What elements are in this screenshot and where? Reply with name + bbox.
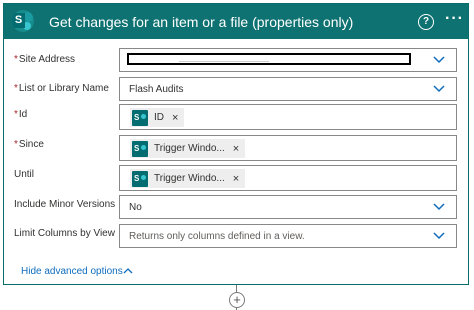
id-label: *Id (14, 109, 28, 120)
hide-advanced-options-link[interactable]: Hide advanced options (21, 266, 123, 277)
minor-versions-dropdown[interactable]: No (119, 195, 457, 219)
site-address-dropdown[interactable] (119, 48, 457, 72)
dynamic-content-token[interactable]: ID × (130, 108, 185, 127)
list-name-row: *List or Library Name Flash Audits (4, 77, 470, 103)
remove-token-icon[interactable]: × (172, 112, 178, 124)
site-address-row: *Site Address (4, 48, 470, 74)
more-options-icon[interactable]: ··· (445, 10, 464, 28)
id-input[interactable]: ID × (119, 104, 457, 130)
redacted-site-address (127, 53, 411, 65)
chevron-down-icon[interactable] (432, 53, 446, 67)
action-header[interactable]: S Get changes for an item or a file (pro… (4, 4, 468, 39)
add-step-icon[interactable]: + (229, 292, 245, 308)
action-title: Get changes for an item or a file (prope… (49, 14, 354, 30)
minor-versions-value: No (129, 202, 142, 213)
until-label: Until (14, 169, 35, 180)
required-marker: * (14, 139, 18, 150)
minor-versions-row: Include Minor Versions No (4, 195, 470, 221)
limit-columns-row: Limit Columns by View Returns only colum… (4, 224, 470, 250)
sharepoint-icon (132, 140, 148, 157)
remove-token-icon[interactable]: × (233, 173, 239, 185)
chevron-down-icon[interactable] (432, 200, 446, 214)
token-label: Trigger Windo... (154, 143, 225, 154)
dynamic-content-token[interactable]: Trigger Windo... × (130, 139, 246, 158)
chevron-down-icon[interactable] (432, 229, 446, 243)
required-marker: * (14, 83, 18, 94)
required-marker: * (14, 54, 18, 65)
list-name-value: Flash Audits (129, 84, 184, 95)
limit-columns-label: Limit Columns by View (14, 228, 115, 239)
required-marker: * (14, 109, 18, 120)
sharepoint-icon (132, 170, 148, 187)
until-row: Until Trigger Windo... × (4, 165, 470, 191)
sharepoint-icon (132, 109, 148, 126)
chevron-down-icon[interactable] (432, 82, 446, 96)
since-label: *Since (14, 139, 44, 150)
sharepoint-icon: S (12, 10, 34, 32)
help-icon[interactable]: ? (418, 14, 434, 30)
dynamic-content-token[interactable]: Trigger Windo... × (130, 169, 246, 188)
limit-columns-dropdown[interactable]: Returns only columns defined in a view. (119, 224, 457, 248)
list-name-label: *List or Library Name (14, 83, 109, 94)
until-input[interactable]: Trigger Windo... × (119, 165, 457, 191)
limit-columns-placeholder: Returns only columns defined in a view. (129, 231, 305, 242)
since-row: *Since Trigger Windo... × (4, 135, 470, 161)
remove-token-icon[interactable]: × (233, 143, 239, 155)
token-label: ID (154, 112, 164, 123)
action-card: S Get changes for an item or a file (pro… (3, 3, 469, 285)
since-input[interactable]: Trigger Windo... × (119, 135, 457, 161)
minor-versions-label: Include Minor Versions (14, 199, 116, 210)
token-label: Trigger Windo... (154, 173, 225, 184)
id-row: *Id ID × (4, 104, 470, 130)
chevron-up-icon[interactable] (122, 265, 134, 277)
list-name-dropdown[interactable]: Flash Audits (119, 77, 457, 101)
site-address-label: *Site Address (14, 54, 76, 65)
